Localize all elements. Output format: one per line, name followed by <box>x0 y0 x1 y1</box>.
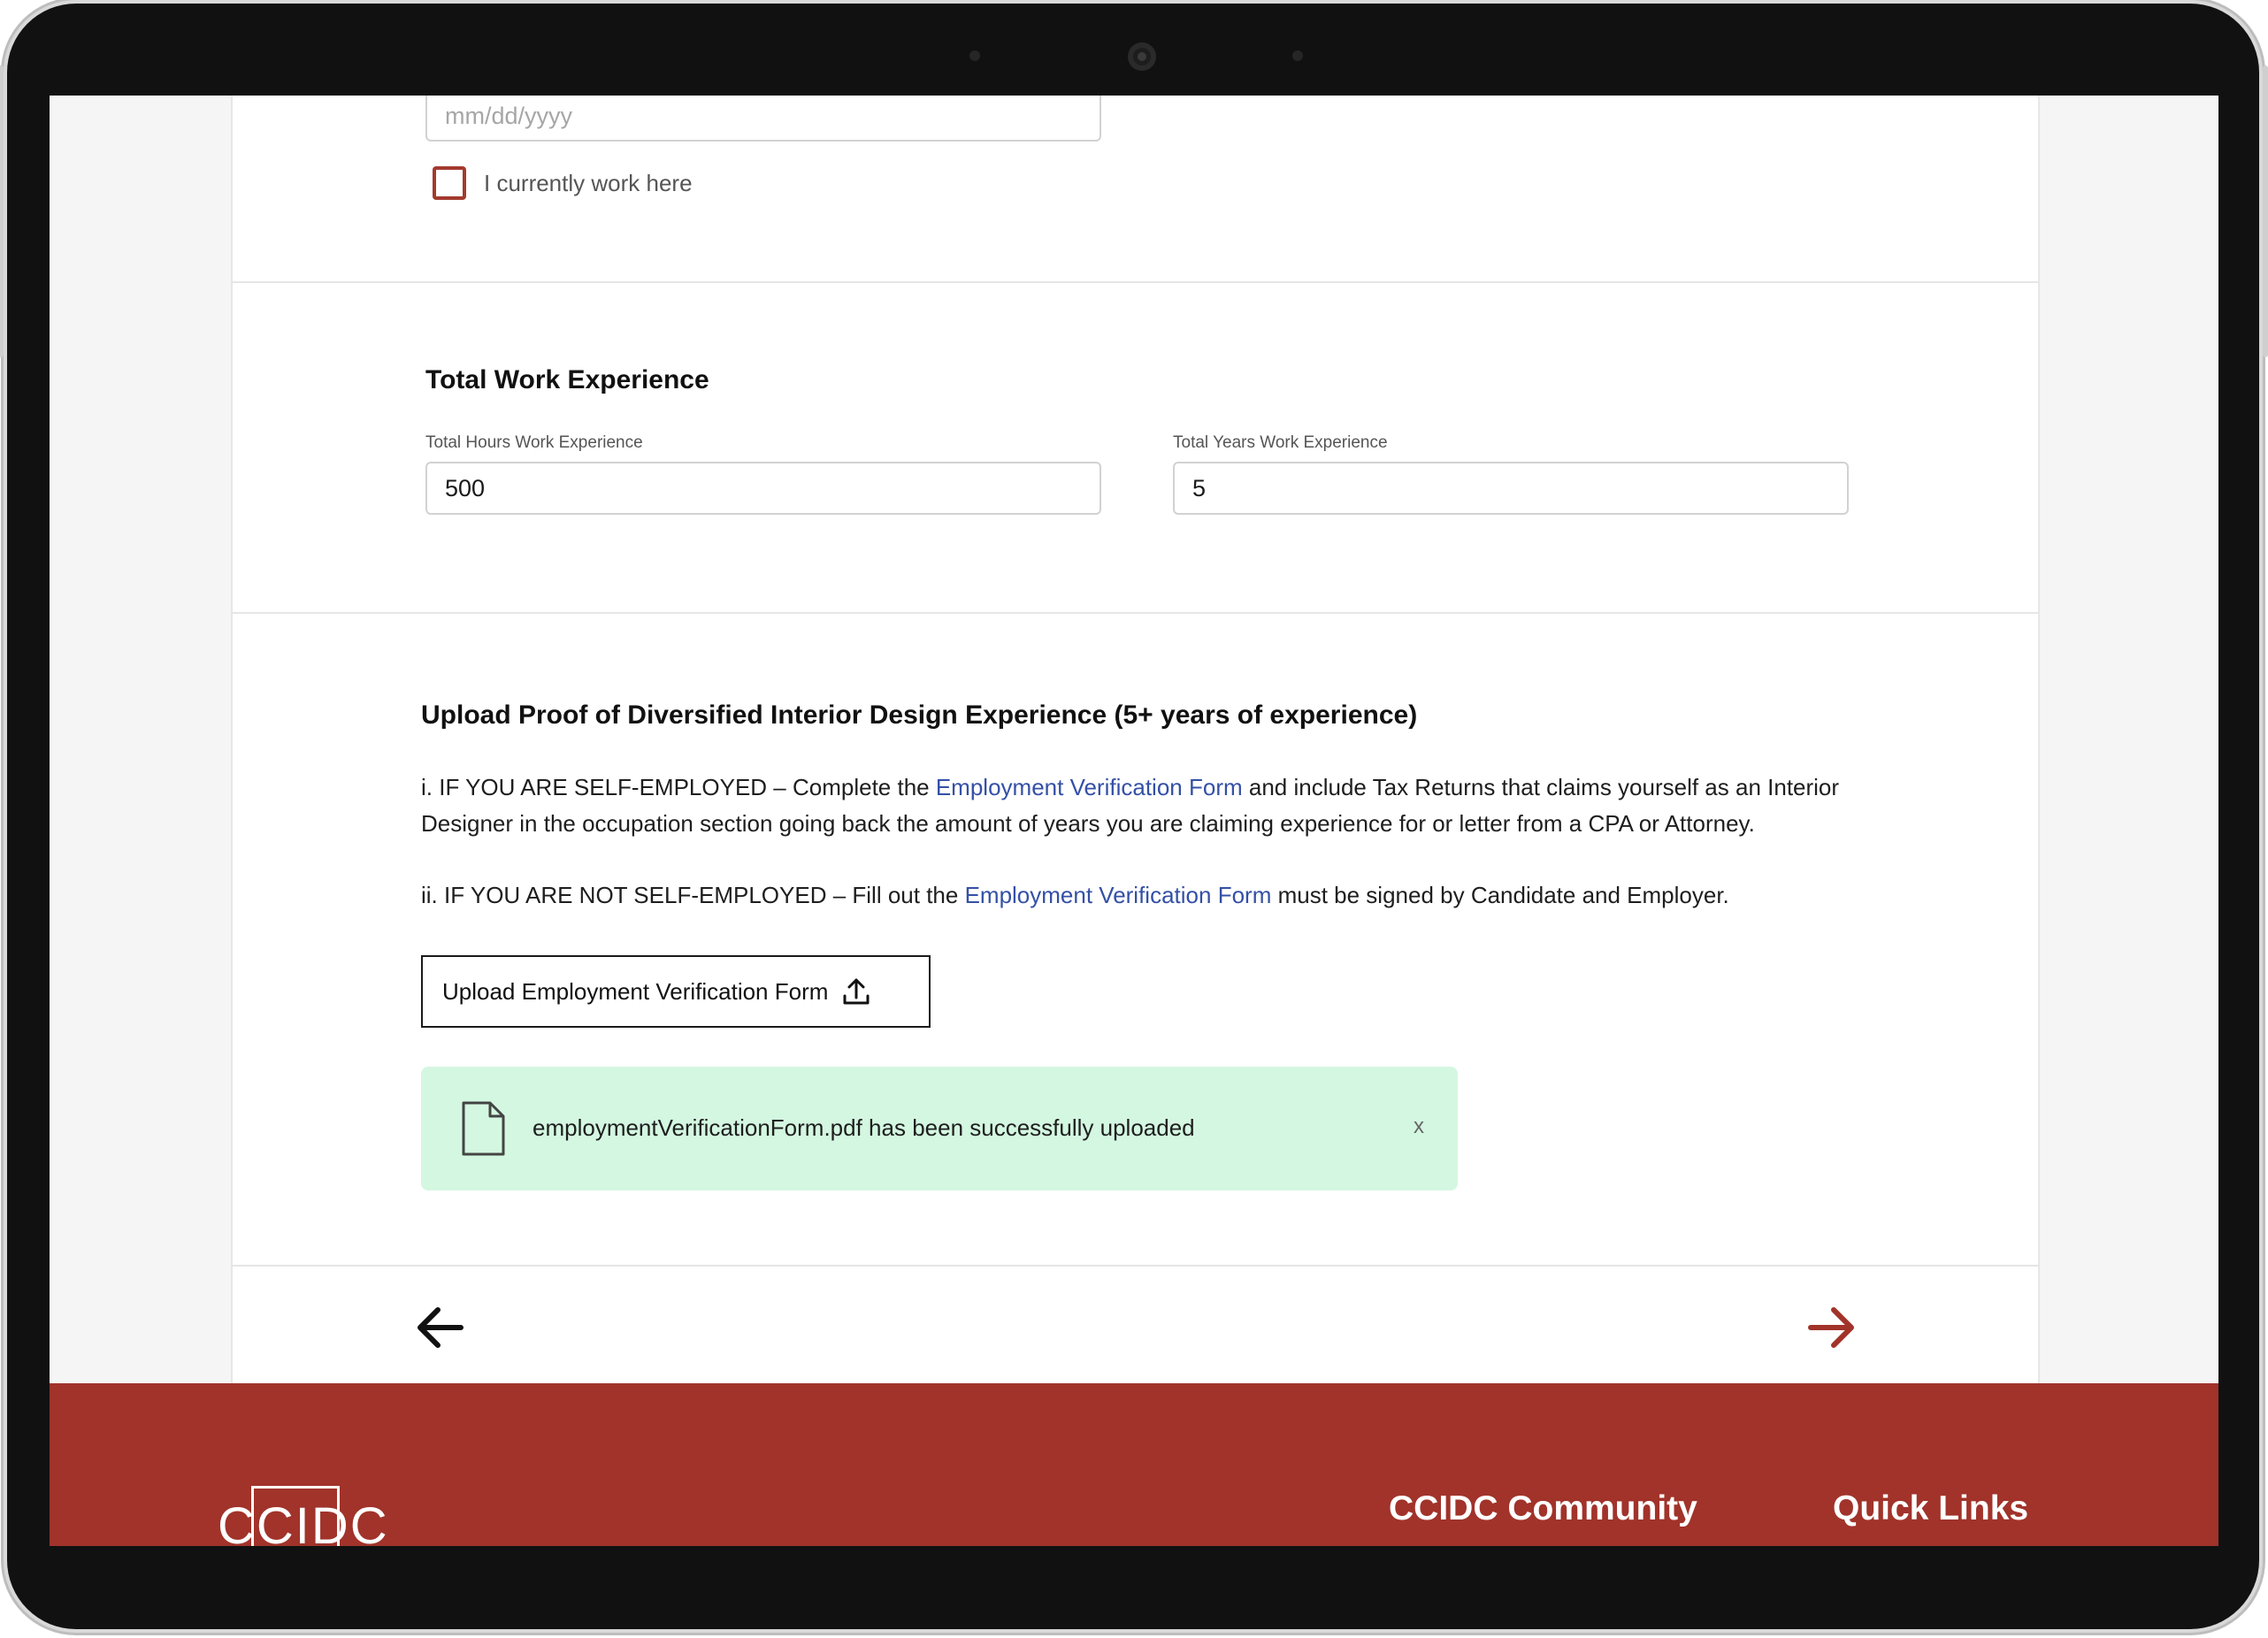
para2-text-after: must be signed by Candidate and Employer… <box>1271 882 1729 908</box>
para2-text-before: ii. IF YOU ARE NOT SELF-EMPLOYED – Fill … <box>421 882 965 908</box>
upload-proof-section: Upload Proof of Diversified Interior Des… <box>231 614 2040 1267</box>
screen: mm/dd/yyyy I currently work here Total W… <box>50 96 2218 1546</box>
success-message-text: employmentVerificationForm.pdf has been … <box>533 1114 1195 1141</box>
side-button <box>2263 65 2268 357</box>
upload-employment-verification-button[interactable]: Upload Employment Verification Form <box>421 955 931 1028</box>
side-button <box>0 65 4 357</box>
total-years-input[interactable]: 5 <box>1173 462 1849 515</box>
sensor-right <box>1292 50 1303 61</box>
end-date-placeholder: mm/dd/yyyy <box>445 102 573 129</box>
footer-community-title[interactable]: CCIDC Community <box>1389 1489 1697 1528</box>
work-dates-section: mm/dd/yyyy I currently work here <box>231 96 2040 283</box>
upload-proof-heading: Upload Proof of Diversified Interior Des… <box>421 700 1418 730</box>
form-navigation <box>231 1267 2040 1383</box>
not-self-employed-instructions: ii. IF YOU ARE NOT SELF-EMPLOYED – Fill … <box>421 877 1889 914</box>
currently-work-checkbox[interactable] <box>433 166 466 200</box>
footer-quick-links-title[interactable]: Quick Links <box>1833 1489 2028 1528</box>
total-years-label: Total Years Work Experience <box>1173 433 1388 452</box>
total-hours-value: 500 <box>445 474 486 501</box>
employment-verification-form-link[interactable]: Employment Verification Form <box>965 882 1272 908</box>
upload-button-label: Upload Employment Verification Form <box>442 977 829 1005</box>
camera-icon <box>1128 42 1156 71</box>
upload-success-message: employmentVerificationForm.pdf has been … <box>421 1067 1458 1190</box>
total-experience-section: Total Work Experience Total Hours Work E… <box>231 283 2040 614</box>
upload-icon <box>842 976 870 1007</box>
document-icon <box>460 1100 506 1161</box>
ccidc-logo[interactable]: CCIDC <box>218 1482 387 1546</box>
dismiss-button[interactable]: x <box>1414 1114 1424 1139</box>
total-hours-label: Total Hours Work Experience <box>425 433 643 452</box>
currently-work-label: I currently work here <box>484 170 693 196</box>
total-experience-heading: Total Work Experience <box>425 365 709 394</box>
sensor-left <box>969 50 980 61</box>
back-arrow-icon[interactable] <box>415 1305 464 1354</box>
para1-text-before: i. IF YOU ARE SELF-EMPLOYED – Complete t… <box>421 774 936 800</box>
self-employed-instructions: i. IF YOU ARE SELF-EMPLOYED – Complete t… <box>421 769 1872 842</box>
employment-verification-form-link[interactable]: Employment Verification Form <box>936 774 1243 800</box>
total-hours-input[interactable]: 500 <box>425 462 1101 515</box>
end-date-input[interactable]: mm/dd/yyyy <box>425 96 1101 142</box>
total-years-value: 5 <box>1192 474 1207 501</box>
site-footer: CCIDC CCIDC Community Quick Links <box>50 1383 2218 1546</box>
tablet-frame: mm/dd/yyyy I currently work here Total W… <box>0 4 2268 1629</box>
logo-text: CCIDC <box>218 1497 389 1546</box>
next-arrow-icon[interactable] <box>1807 1305 1857 1354</box>
